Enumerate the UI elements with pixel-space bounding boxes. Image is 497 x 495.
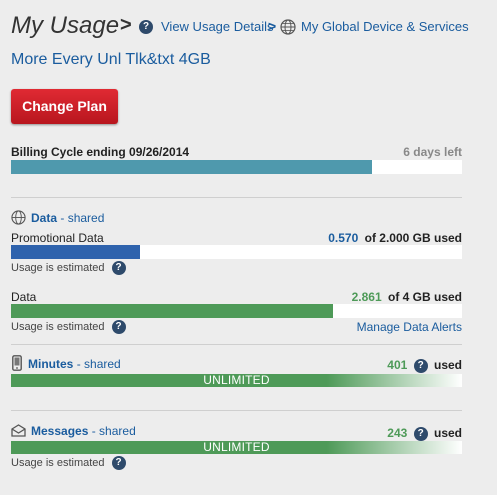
- title-chevron: >: [120, 14, 132, 36]
- messages-unlimited-bar: UNLIMITED: [11, 441, 462, 454]
- promo-data-fill: [11, 245, 140, 259]
- data-of: of 4 GB used: [387, 290, 462, 304]
- data-section-title: Data - shared: [31, 211, 104, 225]
- phone-icon: [12, 355, 22, 376]
- billing-progress-fill: [11, 160, 372, 174]
- minutes-unlimited-bar: UNLIMITED: [11, 374, 462, 387]
- data-used-value: 2.861: [351, 290, 382, 304]
- manage-data-alerts-link[interactable]: Manage Data Alerts: [357, 320, 462, 334]
- messages-used: used: [433, 426, 462, 440]
- estimated-text: Usage is estimated: [11, 456, 105, 469]
- help-icon[interactable]: ?: [139, 20, 153, 34]
- data-title[interactable]: Data: [31, 211, 57, 225]
- help-icon[interactable]: ?: [413, 426, 428, 441]
- billing-cycle-label: Billing Cycle ending 09/26/2014: [11, 145, 190, 159]
- view-usage-details-link[interactable]: View Usage Details: [161, 19, 273, 34]
- promo-data-label: Promotional Data: [11, 231, 104, 245]
- promo-used-value: 0.570: [328, 231, 359, 245]
- promo-of: of 2.000 GB used: [364, 231, 462, 245]
- envelope-icon: [11, 424, 26, 442]
- minutes-used: used: [433, 358, 462, 372]
- help-icon[interactable]: ?: [413, 358, 428, 373]
- divider: [11, 197, 462, 198]
- estimated-text: Usage is estimated: [11, 320, 105, 333]
- messages-shared: - shared: [91, 424, 136, 438]
- minutes-value: 401: [387, 358, 408, 372]
- data-label: Data: [11, 290, 37, 304]
- minutes-title-row: Minutes - shared: [28, 357, 121, 371]
- usage-estimated: Usage is estimated ?: [11, 456, 126, 470]
- globe-icon: [280, 19, 296, 40]
- data-shared: - shared: [60, 211, 105, 225]
- days-left: 6 days left: [403, 145, 462, 159]
- usage-estimated: Usage is estimated ?: [11, 320, 126, 334]
- plan-name: More Every Unl Tlk&txt 4GB: [11, 51, 211, 68]
- data-usage-fill: [11, 304, 334, 318]
- billing-progress-bar: [11, 160, 462, 174]
- nav-chevron: >: [268, 18, 277, 34]
- divider: [11, 410, 462, 411]
- global-device-services-link[interactable]: My Global Device & Services: [301, 19, 469, 34]
- help-icon[interactable]: ?: [111, 456, 126, 470]
- page-title: My Usage: [11, 12, 120, 39]
- change-plan-button[interactable]: Change Plan: [11, 89, 118, 124]
- promo-usage: 0.570 of 2.000 GB used: [328, 231, 462, 245]
- estimated-text: Usage is estimated: [11, 261, 105, 274]
- minutes-shared: - shared: [76, 357, 121, 371]
- divider: [11, 344, 462, 345]
- globe-icon: [11, 210, 26, 230]
- data-usage-bar: [11, 304, 462, 318]
- minutes-title[interactable]: Minutes: [28, 357, 73, 371]
- minutes-usage: 401 ? used: [387, 358, 462, 373]
- messages-usage: 243 ? used: [387, 426, 462, 441]
- messages-title[interactable]: Messages: [31, 424, 88, 438]
- data-usage: 2.861 of 4 GB used: [352, 290, 462, 304]
- help-icon[interactable]: ?: [111, 320, 126, 334]
- usage-estimated: Usage is estimated ?: [11, 261, 126, 275]
- messages-title-row: Messages - shared: [31, 424, 136, 438]
- messages-value: 243: [387, 426, 408, 440]
- help-icon[interactable]: ?: [111, 261, 126, 275]
- promo-data-bar: [11, 245, 462, 259]
